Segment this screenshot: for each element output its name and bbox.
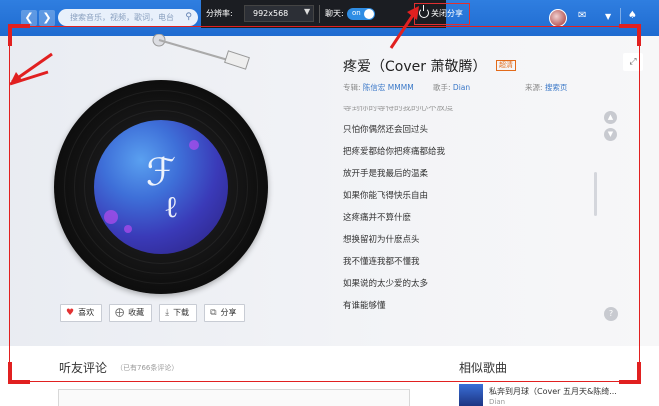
back-icon[interactable]: ❮: [21, 10, 37, 26]
lyric-line: 我不懂连我都不懂我: [343, 257, 420, 267]
album-art: ℱ ℓ: [94, 120, 228, 254]
avatar[interactable]: [549, 9, 567, 27]
close-share-button[interactable]: 关闭分享: [414, 3, 470, 25]
share-button[interactable]: ⧉ 分享: [204, 304, 245, 322]
annotation-corner: [619, 362, 641, 384]
lyric-line: 等到你的等待的我的心不放度: [343, 106, 454, 113]
lyric-line: 放开手是我最后的温柔: [343, 169, 429, 179]
search-placeholder: 搜索音乐，视频，歌词，电台: [70, 13, 174, 22]
artist-meta: 歌手: Dian: [433, 82, 470, 93]
resolution-label: 分辨率:: [206, 9, 233, 18]
lyric-line: 把疼爱都给你把疼痛都给我: [343, 147, 446, 157]
source-label: 来源:: [525, 83, 543, 92]
power-icon: [419, 5, 429, 18]
folder-plus-icon: ⨁: [115, 308, 125, 318]
lyrics-scrollbar[interactable]: [594, 172, 597, 216]
similar-song-artist[interactable]: Dian: [489, 398, 505, 406]
lyric-down-icon[interactable]: ▼: [604, 128, 617, 141]
help-icon[interactable]: ?: [604, 307, 618, 321]
comments-count: （已有766条评论）: [116, 364, 179, 372]
quality-badge: 超清: [496, 60, 516, 71]
share-icon: ⧉: [210, 308, 217, 318]
menu-dropdown-icon[interactable]: ▼: [605, 12, 611, 21]
chevron-down-icon[interactable]: ▼: [304, 7, 310, 16]
chat-toggle-text: on: [352, 9, 361, 17]
collect-button[interactable]: ⨁ 收藏: [109, 304, 153, 322]
divider: [319, 5, 320, 23]
divider: [620, 8, 621, 28]
similar-song-thumb[interactable]: [459, 384, 483, 406]
chat-toggle[interactable]: on: [347, 8, 375, 20]
heart-icon: ♥: [66, 308, 75, 318]
like-label: 喜欢: [78, 308, 95, 317]
comment-input[interactable]: [58, 389, 410, 406]
comments-title: 听友评论: [59, 361, 108, 375]
lyric-line: 想换留初为什麽点头: [343, 235, 420, 245]
resolution-value: 992x568: [253, 9, 289, 18]
art-decor: [189, 140, 199, 150]
similar-song-title[interactable]: 私奔到月球（Cover 五月天&陈绮...: [489, 386, 617, 397]
skin-icon[interactable]: ♠: [628, 10, 637, 21]
lyric-line: 有谁能够懂: [343, 301, 386, 311]
art-decor: ℓ: [164, 190, 179, 225]
close-share-label: 关闭分享: [431, 9, 463, 18]
toggle-knob: [364, 9, 374, 19]
forward-icon[interactable]: ❯: [39, 10, 55, 26]
annotation-corner: [8, 362, 30, 384]
lyric-line: 只怕你偶然还会回过头: [343, 125, 429, 135]
song-title: 疼爱（Cover 萧敬腾）: [343, 59, 487, 75]
download-label: 下载: [173, 308, 190, 317]
artist-link[interactable]: Dian: [453, 83, 470, 92]
search-icon[interactable]: ⚲: [185, 9, 192, 26]
top-bar: ❮ ❯ 搜索音乐，视频，歌词，电台 ⚲ 分辨率: 992x568 ▼ 聊天: o…: [0, 0, 659, 36]
artist-label: 歌手:: [433, 83, 451, 92]
download-icon: ⤓: [165, 308, 170, 318]
search-input[interactable]: 搜索音乐，视频，歌词，电台 ⚲: [58, 9, 198, 26]
album-label: 专辑:: [343, 83, 361, 92]
similar-songs-title: 相似歌曲: [459, 361, 508, 375]
lyric-line: 这疼痛并不算什麽: [343, 213, 412, 223]
art-decor: [104, 210, 118, 224]
song-actions: ♥ 喜欢 ⨁ 收藏 ⤓ 下载 ⧉ 分享: [60, 304, 245, 322]
vinyl-disc: ℱ ℓ: [54, 80, 268, 294]
art-decor: ℱ: [146, 150, 176, 194]
collapse-icon[interactable]: ⤢: [623, 53, 643, 71]
chat-label: 聊天:: [325, 9, 344, 18]
lyric-line: 如果说的太少爱的太多: [343, 279, 429, 289]
source-link[interactable]: 搜索页: [545, 83, 568, 92]
source-meta: 来源: 搜索页: [525, 82, 567, 93]
collect-label: 收藏: [128, 308, 145, 317]
lyrics-panel: 等到你的等待的我的心不放度 只怕你偶然还会回过头 把疼爱都给你把疼痛都给我 放开…: [343, 106, 573, 316]
lyric-line: 如果你能飞得快乐自由: [343, 191, 429, 201]
download-button[interactable]: ⤓ 下载: [159, 304, 198, 322]
lyric-up-icon[interactable]: ▲: [604, 111, 617, 124]
share-toolbar: 分辨率: 992x568 ▼ 聊天: on 关闭分享: [201, 0, 470, 28]
like-button[interactable]: ♥ 喜欢: [60, 304, 103, 322]
share-label: 分享: [220, 308, 237, 317]
album-link[interactable]: 陈信宏 MMMM: [363, 83, 414, 92]
album-meta: 专辑: 陈信宏 MMMM: [343, 82, 414, 93]
mail-icon[interactable]: ✉: [578, 10, 586, 21]
art-decor: [124, 225, 132, 233]
